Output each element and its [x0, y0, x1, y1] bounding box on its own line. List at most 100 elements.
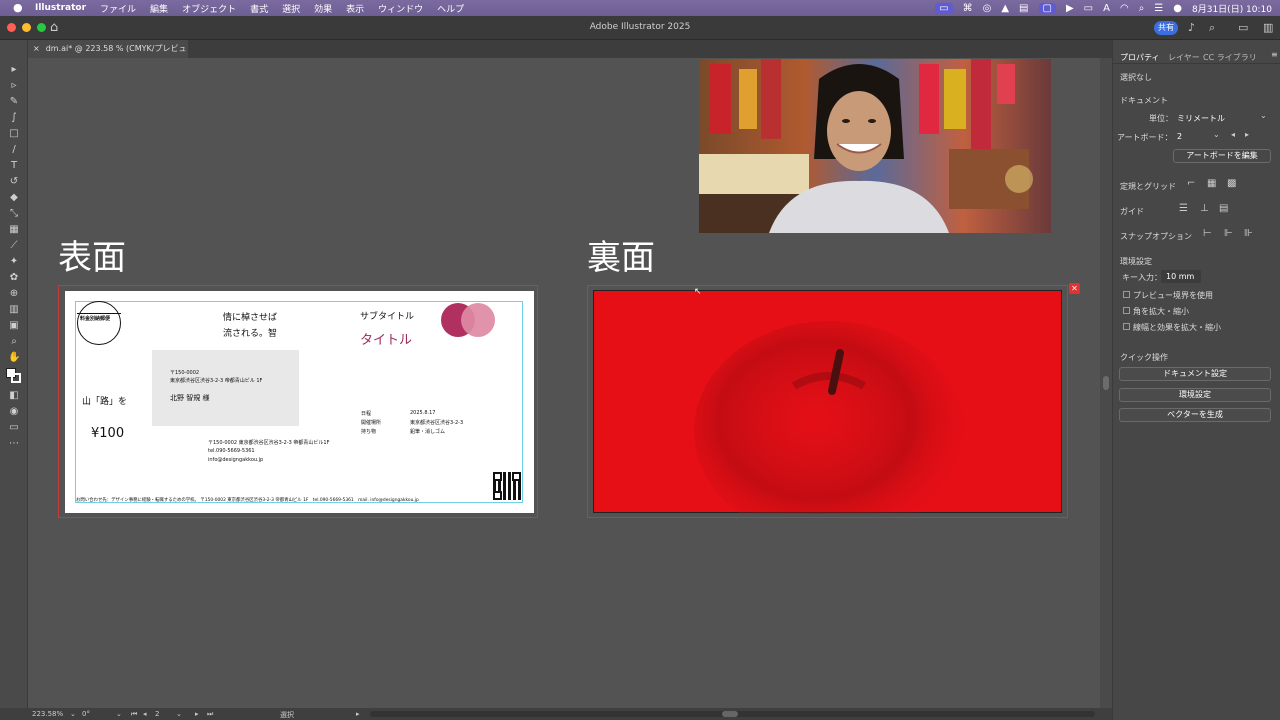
search-icon[interactable]: ⌕	[1139, 3, 1145, 14]
chevron-down-icon[interactable]: ⌄	[1260, 111, 1267, 120]
rotate-tool-icon[interactable]: ↺	[8, 176, 20, 188]
transparency-grid-icon[interactable]: ▩	[1227, 178, 1236, 189]
workspace-icon[interactable]: ▭	[1238, 21, 1248, 34]
color-mode-icon[interactable]: ◧	[8, 390, 20, 402]
adobe-icon[interactable]: ▲	[1001, 3, 1009, 14]
menu-type[interactable]: 書式	[250, 2, 268, 15]
wifi-icon[interactable]: ◠	[1120, 3, 1129, 14]
menu-select[interactable]: 選択	[282, 2, 300, 15]
last-artboard-icon[interactable]: ⏭	[207, 710, 213, 719]
chevron-down-icon[interactable]: ⌄	[1213, 130, 1220, 139]
pin-icon[interactable]: ✕	[1069, 283, 1080, 294]
artboard-select[interactable]: 2	[1177, 132, 1182, 141]
tab-properties[interactable]: プロパティ	[1120, 52, 1160, 63]
placed-photo-woman[interactable]	[699, 59, 1051, 233]
type-tool-icon[interactable]: T	[8, 160, 20, 172]
unit-select[interactable]: ミリメートル	[1177, 113, 1225, 124]
menu-object[interactable]: オブジェクト	[182, 2, 236, 15]
zoom-chevron-icon[interactable]: ⌄	[70, 710, 76, 718]
artboard-number[interactable]: 2	[155, 710, 159, 718]
artboard-chevron-icon[interactable]: ⌄	[176, 710, 182, 718]
symbol-sprayer-tool-icon[interactable]: ✿	[8, 272, 20, 284]
grid-icon[interactable]: ▦	[1207, 178, 1216, 189]
eyedropper-tool-icon[interactable]: ⟋	[8, 240, 20, 252]
blend-tool-icon[interactable]: ✦	[8, 256, 20, 268]
eraser-tool-icon[interactable]: ◆	[8, 192, 20, 204]
draw-mode-icon[interactable]: ◉	[8, 406, 20, 418]
rotation-value[interactable]: 0°	[82, 710, 90, 718]
scroll-thumb[interactable]	[1103, 376, 1109, 390]
search-icon[interactable]: ⌕	[1209, 21, 1215, 35]
show-guides-icon[interactable]: ☰	[1179, 203, 1188, 214]
lock-guides-icon[interactable]: ⊥	[1200, 203, 1209, 214]
direct-selection-tool-icon[interactable]: ▹	[8, 80, 20, 92]
front-artboard[interactable]: 料金別納郵便 情に棹させば 流される。智 サブタイトル タイトル 〒150-00…	[65, 291, 534, 513]
snap-point-icon[interactable]: ⊢	[1203, 228, 1212, 239]
menu-edit[interactable]: 編集	[150, 2, 168, 15]
window-icon[interactable]: ▢	[1038, 2, 1056, 14]
shape-builder-tool-icon[interactable]: ⊕	[8, 288, 20, 300]
first-artboard-icon[interactable]: ⏮	[131, 710, 137, 719]
vertical-scrollbar[interactable]	[1100, 58, 1112, 708]
fill-stroke-swatch-icon[interactable]	[4, 368, 21, 383]
clipboard-icon[interactable]: ▤	[1019, 3, 1028, 14]
close-tab-icon[interactable]: ×	[33, 44, 40, 53]
next-artboard-status-icon[interactable]: ▸	[195, 710, 199, 718]
document-tab[interactable]: ×dm.ai* @ 223.58 % (CMYK/プレビュー)	[28, 40, 188, 71]
document-setup-button[interactable]: ドキュメント設定	[1119, 367, 1271, 381]
tab-layers[interactable]: レイヤー	[1168, 52, 1200, 63]
artboard-tool-icon[interactable]: ▣	[8, 320, 20, 332]
generate-vector-button[interactable]: ベクターを生成	[1119, 408, 1271, 422]
share-button[interactable]: 共有	[1154, 21, 1178, 35]
creative-cloud-icon[interactable]: ◎	[983, 3, 992, 14]
menu-help[interactable]: ヘルプ	[437, 2, 464, 15]
ruler-icon[interactable]: ⌐	[1187, 178, 1195, 189]
next-artboard-icon[interactable]: ▸	[1245, 130, 1249, 139]
prev-artboard-status-icon[interactable]: ◂	[143, 710, 147, 718]
command-icon[interactable]: ⌘	[963, 3, 973, 14]
menu-effect[interactable]: 効果	[314, 2, 332, 15]
menu-view[interactable]: 表示	[346, 2, 364, 15]
status-arrow-icon[interactable]: ▸	[356, 710, 360, 718]
snap-pixel-icon[interactable]: ⊪	[1244, 228, 1253, 239]
key-input-field[interactable]: 10 mm	[1161, 270, 1201, 283]
menubar-clock[interactable]: 8月31日(日) 10:10	[1192, 2, 1272, 15]
pen-tool-icon[interactable]: ✎	[8, 96, 20, 108]
preferences-button[interactable]: 環境設定	[1119, 388, 1271, 402]
apple-icon[interactable]: ●	[13, 2, 23, 14]
more-tools-icon[interactable]: ⋯	[8, 438, 20, 450]
tab-cc-libraries[interactable]: CC ライブラリ	[1203, 52, 1257, 63]
notification-icon[interactable]: ♪	[1188, 21, 1195, 34]
smart-guides-icon[interactable]: ▤	[1219, 203, 1228, 214]
siri-icon[interactable]: ●	[1173, 3, 1182, 14]
input-source-icon[interactable]: A	[1103, 3, 1110, 14]
rotation-chevron-icon[interactable]: ⌄	[116, 710, 122, 718]
zoom-level[interactable]: 223.58%	[32, 710, 63, 718]
zoom-tool-icon[interactable]: ⌕	[8, 336, 20, 348]
edit-artboard-button[interactable]: アートボードを編集	[1173, 149, 1271, 163]
snap-grid-icon[interactable]: ⊩	[1224, 228, 1233, 239]
scale-tool-icon[interactable]: ⤡	[8, 208, 20, 220]
hand-tool-icon[interactable]: ✋	[8, 352, 20, 364]
curvature-tool-icon[interactable]: ∫	[8, 112, 20, 124]
canvas-area[interactable]: 表面 裏面 料金別納郵便 情に棹させば 流される。智 サブタイトル タイトル 〒…	[28, 58, 1100, 708]
paintbrush-tool-icon[interactable]: /	[8, 144, 20, 156]
panel-menu-icon[interactable]: ≡	[1271, 50, 1278, 59]
rectangle-tool-icon[interactable]: □	[8, 128, 20, 140]
menu-window[interactable]: ウィンドウ	[378, 2, 423, 15]
prev-artboard-icon[interactable]: ◂	[1231, 130, 1235, 139]
chart-tool-icon[interactable]: ▥	[8, 304, 20, 316]
selection-tool-icon[interactable]: ▸	[8, 64, 20, 76]
horizontal-scroll-thumb[interactable]	[722, 711, 738, 717]
control-center-icon[interactable]: ☰	[1154, 3, 1163, 14]
gradient-tool-icon[interactable]: ▦	[8, 224, 20, 236]
screen-share-icon[interactable]: ▭	[935, 2, 953, 14]
back-artboard[interactable]	[593, 290, 1062, 541]
preview-bounds-checkbox[interactable]	[1123, 291, 1130, 298]
scale-corners-checkbox[interactable]	[1123, 307, 1130, 314]
menu-file[interactable]: ファイル	[100, 2, 136, 15]
screen-mode-icon[interactable]: ▭	[8, 422, 20, 434]
arrange-icon[interactable]: ▥	[1263, 21, 1273, 34]
play-icon[interactable]: ▶	[1066, 3, 1074, 14]
horizontal-scrollbar[interactable]	[370, 711, 1095, 717]
